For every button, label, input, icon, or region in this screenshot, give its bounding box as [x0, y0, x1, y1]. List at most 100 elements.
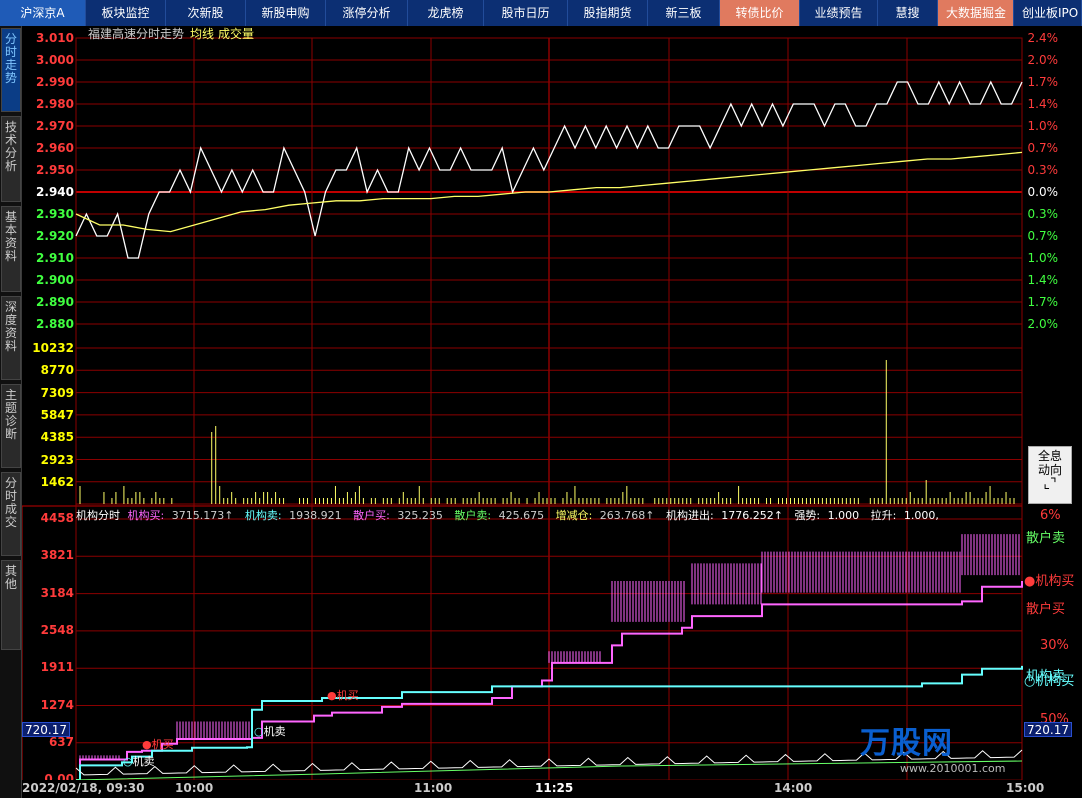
red-dot-icon: ●: [142, 738, 152, 751]
nav-tab-1[interactable]: 板块监控: [86, 0, 166, 26]
marker-inst-buy-1: ●机买: [142, 738, 174, 751]
volume-tick: 8770: [40, 363, 74, 378]
volume-tick: 7309: [40, 385, 74, 400]
price-tick-left: 2.980: [36, 97, 74, 111]
time-axis: 2022/02/18, 09:30 10:00 11:00 11:25 14:0…: [22, 780, 1082, 798]
indicator-tick: 1911: [40, 660, 74, 675]
pct-tick-right: 1.4%: [1027, 273, 1059, 287]
volume-tick: 4385: [40, 430, 74, 445]
indicator-tick: 3821: [40, 548, 74, 563]
price-tick-left: 2.950: [36, 163, 74, 177]
price-tick-left: 2.920: [36, 229, 74, 243]
indicator-right-pct-6: 6%: [1040, 508, 1061, 523]
volume-legend[interactable]: 成交量: [218, 27, 254, 41]
indicator-name[interactable]: 机构分时: [76, 509, 120, 522]
price-tick-left: 2.890: [36, 295, 74, 309]
price-tick-left: 2.880: [36, 317, 74, 331]
full-info-line2: 动向: [1037, 463, 1062, 477]
side-tab-0[interactable]: 分时走势: [1, 28, 21, 112]
retail-buy-label: 散户买: 325.235: [353, 509, 443, 522]
time-cursor-label: 11:25: [535, 781, 574, 795]
price-tick-left: 2.900: [36, 273, 74, 287]
pct-tick-right: 0.7%: [1027, 141, 1059, 155]
pct-tick-right: 1.7%: [1027, 75, 1059, 89]
indicator-tick: 1274: [40, 697, 74, 712]
time-1400: 14:00: [774, 781, 813, 795]
side-tab-strip: 分时走势技术分析基本资料深度资料主题诊断分时成交其他: [0, 26, 22, 798]
time-start: 2022/02/18, 09:30: [22, 781, 145, 795]
time-1100: 11:00: [414, 781, 453, 795]
watermark-url: www.2010001.com: [900, 762, 1006, 775]
crosshair-value-right: 720.17: [1024, 722, 1072, 737]
pct-tick-right: 0.7%: [1027, 229, 1059, 243]
inst-sell-label: 机构卖: 1938.921: [244, 509, 342, 522]
nav-tab-13[interactable]: 创业板IPO: [1014, 0, 1082, 26]
pct-tick-right: 2.0%: [1027, 317, 1059, 331]
legend-inst-buy: ●机构买: [1024, 574, 1075, 589]
side-tab-1[interactable]: 技术分析: [1, 116, 21, 202]
legend-inst-buy-2: ○机构买: [1024, 674, 1075, 689]
chart-title: 福建高速分时走势 均线 成交量: [88, 25, 254, 42]
pct-tick-right: 1.0%: [1027, 119, 1059, 133]
indicator-tick: 2548: [40, 622, 74, 637]
indicator-info-line: 机构分时 机构买: 3715.173↑ 机构卖: 1938.921 散户买: 3…: [76, 507, 947, 523]
ma-legend[interactable]: 均线: [190, 27, 214, 41]
price-tick-left: 2.970: [36, 119, 74, 133]
pull-up-label: 拉升: 1.000,: [870, 509, 939, 522]
top-navigation: 沪深京A 板块监控 次新股 新股申购 涨停分析 龙虎榜 股市日历 股指期货 新三板 转债比价 业绩预…: [0, 0, 1082, 26]
nav-tab-7[interactable]: 股指期货: [568, 0, 648, 26]
retail-sell-label: 散户卖: 425.675: [454, 509, 545, 522]
chart-canvas[interactable]: [22, 26, 1082, 798]
indicator-tick: 3184: [40, 585, 74, 600]
nav-tab-9[interactable]: 转债比价: [720, 0, 800, 26]
full-info-button[interactable]: 全息 动向 ⌞⌝: [1028, 446, 1072, 504]
pct-tick-right: 1.0%: [1027, 251, 1059, 265]
side-tab-3[interactable]: 深度资料: [1, 296, 21, 380]
nav-tab-4[interactable]: 涨停分析: [326, 0, 408, 26]
nav-tab-6[interactable]: 股市日历: [484, 0, 568, 26]
nav-tab-5[interactable]: 龙虎榜: [408, 0, 484, 26]
side-tab-5[interactable]: 分时成交: [1, 472, 21, 556]
nav-tab-2[interactable]: 次新股: [166, 0, 246, 26]
red-dot-icon: ●: [1024, 574, 1036, 589]
pct-tick-right: 1.7%: [1027, 295, 1059, 309]
stock-chart-name: 福建高速分时走势: [88, 27, 185, 41]
volume-tick: 10232: [32, 341, 74, 355]
nav-tab-11[interactable]: 慧搜: [878, 0, 938, 26]
nav-tab-10[interactable]: 业绩预告: [800, 0, 878, 26]
expand-icon: ⌞⌝: [1043, 476, 1057, 492]
crosshair-value-left: 720.17: [22, 722, 70, 737]
inst-net-label: 机构进出: 1776.252↑: [666, 509, 783, 522]
side-tab-4[interactable]: 主题诊断: [1, 384, 21, 468]
pct-tick-right: 0.3%: [1027, 163, 1059, 177]
indicator-right-pct-30: 30%: [1040, 638, 1069, 653]
volume-tick: 5847: [40, 407, 74, 422]
legend-retail-sell: 散户卖: [1026, 531, 1066, 546]
price-tick-left: 2.910: [36, 251, 74, 265]
marker-inst-sell-2: ○机卖: [254, 725, 286, 738]
pct-tick-right: 0.0%: [1027, 185, 1059, 199]
nav-tab-3[interactable]: 新股申购: [246, 0, 326, 26]
full-info-line1: 全息: [1037, 449, 1062, 463]
marker-inst-buy-2: ●机买: [327, 689, 359, 702]
nav-tab-8[interactable]: 新三板: [648, 0, 720, 26]
price-tick-left: 3.010: [36, 31, 74, 45]
price-tick-left: 3.000: [36, 53, 74, 67]
nav-tab-12[interactable]: 大数据掘金: [938, 0, 1014, 26]
side-tab-6[interactable]: 其他: [1, 560, 21, 650]
watermark-logo: 万股网: [860, 726, 953, 761]
circle-icon: ○: [254, 725, 264, 738]
time-1500: 15:00: [1006, 781, 1045, 795]
volume-tick: 1462: [40, 474, 74, 489]
circle-icon: ○: [1024, 674, 1036, 689]
circle-icon: ○: [123, 755, 133, 768]
red-dot-icon: ●: [327, 689, 337, 702]
indicator-tick: 4458: [40, 511, 74, 525]
pct-tick-right: 2.0%: [1027, 53, 1059, 67]
nav-tab-0[interactable]: 沪深京A: [0, 0, 86, 26]
volume-tick: 2923: [40, 452, 74, 467]
inst-buy-label: 机构买: 3715.173↑: [127, 509, 234, 522]
side-tab-2[interactable]: 基本资料: [1, 206, 21, 292]
price-tick-left: 2.960: [36, 141, 74, 155]
pct-tick-right: 0.3%: [1027, 207, 1059, 221]
